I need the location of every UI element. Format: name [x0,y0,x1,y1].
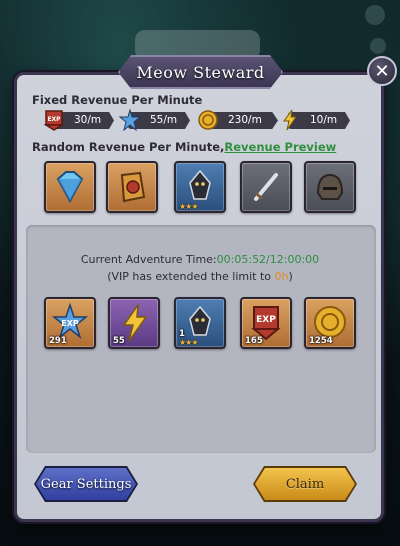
fixed-revenue-label: Fixed Revenue Per Minute [32,93,203,107]
reward-hero-shard[interactable]: 1 ★★★ [174,297,226,349]
reward-count: 1254 [309,336,333,346]
rune-scroll-icon [120,171,146,203]
random-reward-diamond[interactable] [44,161,96,213]
revenue-preview-link[interactable]: Revenue Preview [224,140,336,154]
diamond-icon [56,171,84,204]
random-reward-hero-shard[interactable]: ★★★ [174,161,226,213]
reward-gold[interactable]: 1254 [304,297,356,349]
adventure-time-value: 00:05:52/12:00:00 [216,253,320,266]
background-decoration [365,5,385,25]
reward-count: 291 [49,336,67,346]
svg-text:EXP: EXP [47,116,61,123]
svg-text:EXP: EXP [256,315,276,325]
reward-exp-banner[interactable]: EXP 165 [240,297,292,349]
reward-energy[interactable]: 55 [108,297,160,349]
energy-bolt-icon [278,108,302,132]
claim-button[interactable]: Claim [255,468,355,500]
adventure-time: Current Adventure Time:00:05:52/12:00:00 [0,253,400,266]
fixed-revenue-value: 10/m [310,114,338,126]
sword-icon [254,173,278,201]
vip-note-suffix: ) [288,270,293,283]
reward-count: 55 [113,336,125,346]
exp-star-icon [118,108,142,132]
close-icon: ✕ [374,60,390,82]
reward-exp-star[interactable]: EXP 291 [44,297,96,349]
gold-coin-icon [196,108,220,132]
reward-count: 165 [245,336,263,346]
random-reward-rune-scroll[interactable] [106,161,158,213]
close-button[interactable]: ✕ [367,56,397,86]
random-reward-helmet[interactable] [304,161,356,213]
fixed-revenue-value: 30/m [74,114,102,126]
random-revenue-text: Random Revenue Per Minute, [32,140,225,154]
random-revenue-label: Random Revenue Per Minute,Revenue Previe… [32,140,336,154]
gear-settings-button[interactable]: Gear Settings [36,468,136,500]
vip-note-value: 0h [274,270,289,283]
star-rating: ★★★ [179,338,198,347]
helmet-icon [316,173,344,200]
adventure-time-label: Current Adventure Time: [80,253,217,266]
dialog-title-plate: Meow Steward [118,55,283,89]
fixed-revenue-value: 55/m [150,114,178,126]
fixed-revenue-value: 230/m [228,114,262,126]
svg-text:EXP: EXP [61,319,79,328]
random-reward-sword[interactable] [240,161,292,213]
dialog-title: Meow Steward [136,62,265,82]
background-decoration [370,38,386,54]
star-rating: ★★★ [179,202,198,211]
vip-note-text: (VIP has extended the limit to [107,270,275,283]
exp-banner-icon: EXP [42,108,66,132]
vip-extension-note: (VIP has extended the limit to 0h) [0,270,400,283]
